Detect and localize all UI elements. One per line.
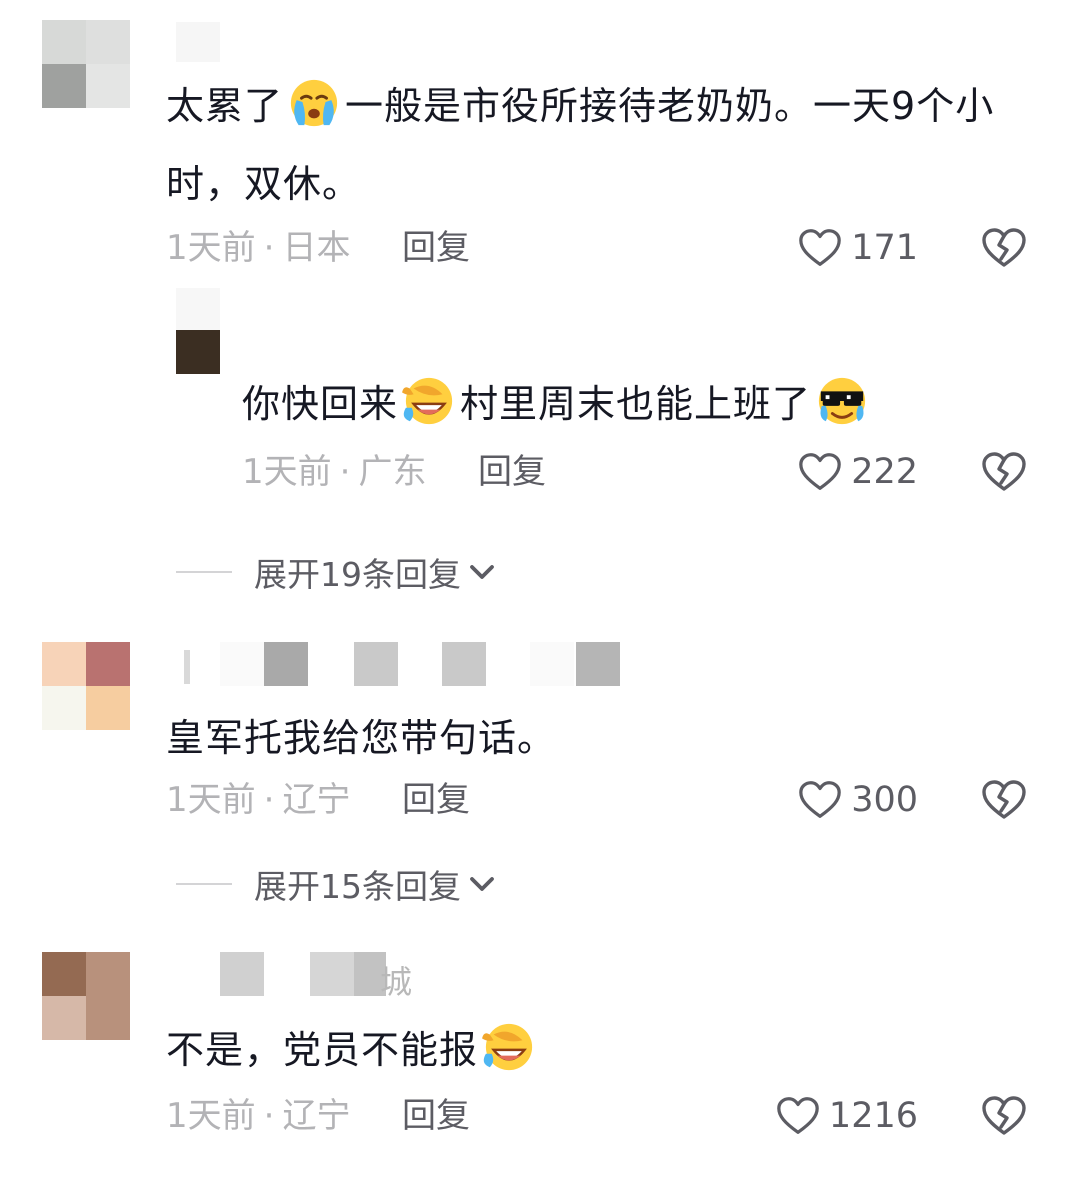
comment-location: 辽宁	[282, 1096, 351, 1136]
comment-location: 日本	[282, 228, 351, 268]
username-redacted	[220, 952, 264, 996]
reply-avatar-redacted	[176, 288, 220, 330]
username-visible[interactable]: 城	[380, 960, 412, 1004]
username-redacted	[442, 642, 486, 686]
comment-text-part: 太累了	[166, 84, 284, 128]
comment-text-part: 你快回来	[242, 382, 399, 426]
broken-heart-icon[interactable]	[980, 776, 1028, 824]
username-redacted	[576, 642, 620, 686]
like-count: 300	[851, 780, 918, 820]
comment-text: 你快回来 村里周末也能上班了	[242, 362, 873, 446]
meta-separator: ·	[339, 452, 351, 492]
divider	[176, 571, 232, 573]
reply-button[interactable]: 回复	[402, 1094, 470, 1138]
comment-time: 1天前	[166, 1096, 256, 1136]
broken-heart-icon[interactable]	[980, 448, 1028, 496]
expand-replies-label: 展开15条回复	[254, 867, 461, 906]
username-redacted	[530, 642, 574, 686]
reply-button[interactable]: 回复	[402, 778, 470, 822]
avatar[interactable]	[42, 642, 132, 730]
broken-heart-icon[interactable]	[980, 1092, 1028, 1140]
heart-outline-icon	[797, 777, 843, 823]
avatar[interactable]	[42, 952, 132, 1040]
meta-separator: ·	[263, 780, 275, 820]
comment-location: 广东	[358, 452, 427, 492]
comment-text: 皇军托我给您带句话。	[166, 716, 557, 760]
comment-time: 1天前	[166, 228, 256, 268]
rofl-emoji-icon	[400, 375, 458, 427]
crying-emoji-icon	[285, 77, 343, 129]
heart-outline-icon	[797, 449, 843, 495]
like-count: 1216	[828, 1096, 918, 1136]
meta-separator: ·	[263, 228, 275, 268]
avatar[interactable]	[176, 330, 220, 374]
cool-tears-emoji-icon	[813, 375, 871, 427]
username-redacted	[354, 642, 398, 686]
like-button[interactable]: 300	[760, 776, 918, 824]
comment-text-line2: 时，双休。	[166, 162, 362, 206]
comment-time: 1天前	[166, 780, 256, 820]
comment-location: 辽宁	[282, 780, 351, 820]
like-button[interactable]: 1216	[740, 1092, 918, 1140]
meta-separator: ·	[263, 1096, 275, 1136]
expand-replies-button[interactable]: 展开15条回复	[176, 862, 497, 906]
like-count: 222	[851, 452, 918, 492]
comment-text: 不是，党员不能报	[166, 1008, 540, 1092]
heart-outline-icon	[775, 1093, 821, 1139]
chevron-down-icon	[467, 869, 497, 899]
comment-meta: 1天前 · 日本	[166, 226, 350, 270]
username-redacted	[184, 650, 190, 684]
comment-text-part: 一般是市役所接待老奶奶。一天9个小	[345, 84, 995, 128]
comment-time: 1天前	[242, 452, 332, 492]
comment-text-part: 不是，党员不能报	[166, 1028, 479, 1072]
comment-meta: 1天前 · 广东	[242, 450, 426, 494]
expand-replies-label: 展开19条回复	[254, 555, 461, 594]
broken-heart-icon[interactable]	[980, 224, 1028, 272]
like-button[interactable]: 222	[780, 448, 918, 496]
comment-text-part: 村里周末也能上班了	[460, 382, 812, 426]
comment-meta: 1天前 · 辽宁	[166, 1094, 350, 1138]
chevron-down-icon	[467, 557, 497, 587]
like-button[interactable]: 171	[780, 224, 918, 272]
rofl-emoji-icon	[480, 1021, 538, 1073]
comment-meta: 1天前 · 辽宁	[166, 778, 350, 822]
divider	[176, 883, 232, 885]
username-redacted	[264, 642, 308, 686]
username-redacted	[220, 642, 264, 686]
avatar[interactable]	[42, 20, 132, 108]
heart-outline-icon	[797, 225, 843, 271]
reply-button[interactable]: 回复	[478, 450, 546, 494]
reply-button[interactable]: 回复	[402, 226, 470, 270]
username-redacted	[176, 22, 220, 62]
comment-text: 太累了 一般是市役所接待老奶奶。一天9个小	[166, 64, 994, 148]
like-count: 171	[851, 228, 918, 268]
expand-replies-button[interactable]: 展开19条回复	[176, 550, 497, 594]
username-redacted	[310, 952, 354, 996]
